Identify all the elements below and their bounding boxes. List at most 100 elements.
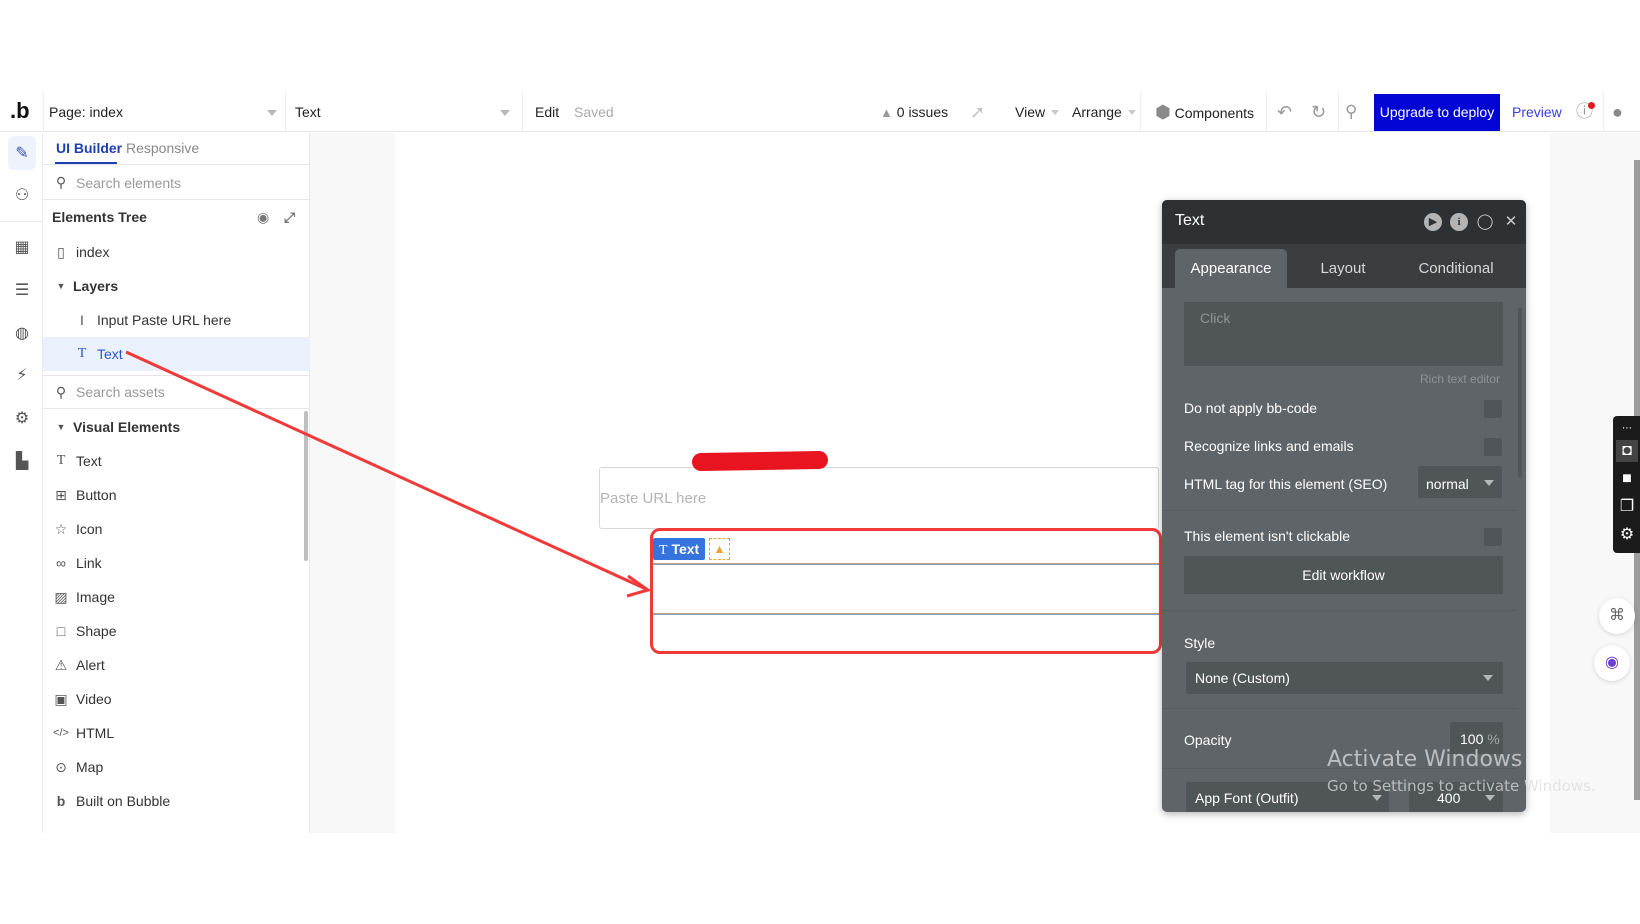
- chevron-down-icon: [1051, 110, 1059, 115]
- chevron-down-icon: [267, 110, 277, 116]
- video-camera-icon[interactable]: ■: [1616, 468, 1638, 490]
- code-icon: </>: [53, 727, 69, 739]
- bb-code-checkbox[interactable]: [1484, 400, 1502, 418]
- html-tag-select[interactable]: normal: [1418, 466, 1502, 498]
- tree-item-input[interactable]: I Input Paste URL here: [43, 303, 310, 337]
- tab-ui-builder[interactable]: UI Builder: [56, 140, 122, 156]
- upgrade-to-deploy-button[interactable]: Upgrade to deploy: [1374, 94, 1500, 131]
- divider: [1266, 92, 1267, 132]
- pointer-icon[interactable]: ➚: [970, 92, 985, 132]
- components-button[interactable]: ⬢ Components: [1155, 92, 1254, 132]
- asset-alert[interactable]: ⚠ Alert: [43, 648, 310, 682]
- map-pin-icon: ⊙: [55, 758, 67, 775]
- asset-label: HTML: [76, 725, 115, 741]
- expand-icon[interactable]: ⤢: [284, 209, 295, 226]
- tree-item-layers[interactable]: ▼ Layers: [43, 269, 310, 303]
- plugin-icon[interactable]: ⚡: [8, 360, 36, 390]
- chevron-down-icon: [1485, 795, 1495, 801]
- tab-layout[interactable]: Layout: [1287, 249, 1399, 288]
- comment-icon[interactable]: ◯: [1476, 213, 1494, 231]
- search-assets[interactable]: ⚲ Search assets: [43, 375, 310, 409]
- visual-elements-title: Visual Elements: [73, 419, 181, 435]
- star-icon: ☆: [54, 520, 68, 537]
- bubble-logo[interactable]: .b: [10, 98, 30, 124]
- recognize-links-checkbox[interactable]: [1484, 438, 1502, 456]
- undo-icon[interactable]: ↶: [1277, 92, 1292, 132]
- help-icon[interactable]: ⓘ: [1576, 92, 1595, 132]
- arrange-menu[interactable]: Arrange: [1072, 92, 1136, 132]
- camera-icon[interactable]: ◘: [1616, 440, 1638, 462]
- info-icon[interactable]: i: [1450, 213, 1468, 231]
- notification-dot: [1588, 102, 1595, 109]
- account-icon[interactable]: ●: [1612, 92, 1623, 132]
- asset-text[interactable]: T Text: [43, 444, 310, 478]
- gear-icon[interactable]: ⚙: [1616, 524, 1638, 546]
- pencil-icon[interactable]: ✎: [8, 136, 36, 170]
- redaction-mark: [691, 450, 829, 472]
- search-icon[interactable]: ⚲: [1345, 92, 1357, 132]
- elements-tree-title: Elements Tree: [52, 209, 147, 225]
- tree-item-text[interactable]: T Text: [43, 337, 310, 371]
- style-select[interactable]: None (Custom): [1186, 662, 1503, 694]
- divider: [1140, 92, 1141, 132]
- redo-icon[interactable]: ↻: [1311, 92, 1326, 132]
- workflow-icon[interactable]: ⚇: [8, 180, 36, 210]
- asset-link[interactable]: ∞ Link: [43, 546, 310, 580]
- palette-icon[interactable]: ◍: [8, 318, 36, 348]
- url-input[interactable]: Paste URL here: [599, 467, 1159, 529]
- divider: [1162, 610, 1517, 611]
- divider: [0, 221, 43, 222]
- view-menu[interactable]: View: [1015, 92, 1059, 132]
- search-elements[interactable]: ⚲ Search elements: [43, 166, 310, 200]
- asset-video[interactable]: ▣ Video: [43, 682, 310, 716]
- more-icon[interactable]: ⋯: [1616, 418, 1638, 440]
- search-assets-input[interactable]: Search assets: [76, 384, 165, 400]
- edit-menu[interactable]: Edit: [535, 92, 559, 132]
- close-icon[interactable]: ✕: [1502, 213, 1520, 231]
- content-editor[interactable]: Click: [1184, 302, 1503, 366]
- issues-button[interactable]: ▲ 0 issues: [880, 92, 948, 132]
- visual-elements-header[interactable]: ▼ Visual Elements: [43, 410, 310, 444]
- database-icon[interactable]: ☰: [8, 275, 36, 305]
- tab-conditional[interactable]: Conditional: [1399, 249, 1513, 288]
- search-elements-input[interactable]: Search elements: [76, 175, 181, 191]
- asset-map[interactable]: ⊙ Map: [43, 750, 310, 784]
- tab-responsive[interactable]: Responsive: [126, 140, 199, 156]
- asset-label: Alert: [76, 657, 105, 673]
- page-select[interactable]: Page: index: [49, 92, 285, 132]
- font-value: App Font (Outfit): [1195, 790, 1299, 806]
- asset-image[interactable]: ▨ Image: [43, 580, 310, 614]
- square-icon: □: [56, 623, 66, 639]
- reusables-icon[interactable]: ▦: [8, 232, 36, 262]
- apps-icon[interactable]: ⌘: [1599, 598, 1635, 634]
- asset-shape[interactable]: □ Shape: [43, 614, 310, 648]
- asset-html[interactable]: </> HTML: [43, 716, 310, 750]
- text-icon: T: [56, 453, 66, 468]
- asset-icon[interactable]: ☆ Icon: [43, 512, 310, 546]
- arrange-label: Arrange: [1072, 104, 1122, 120]
- asset-label: Icon: [76, 521, 103, 537]
- analytics-icon[interactable]: ▙: [8, 446, 36, 476]
- asset-built-on-bubble[interactable]: b Built on Bubble: [43, 784, 310, 818]
- top-bar: .b Page: index Text Edit Saved ▲ 0 issue…: [0, 92, 1640, 132]
- left-rail: ✎ ⚇ ▦ ☰ ◍ ⚡ ⚙ ▙: [0, 133, 43, 833]
- rich-text-editor-link[interactable]: Rich text editor: [1420, 372, 1500, 386]
- tab-appearance[interactable]: Appearance: [1175, 249, 1287, 288]
- tree-item-index[interactable]: ▯ index: [43, 235, 310, 269]
- element-select[interactable]: Text: [295, 92, 515, 132]
- edit-workflow-button[interactable]: Edit workflow: [1184, 556, 1503, 594]
- assistant-icon[interactable]: ◉: [1594, 645, 1630, 681]
- asset-button[interactable]: ⊞ Button: [43, 478, 310, 512]
- eye-icon[interactable]: ◉: [257, 209, 269, 226]
- asset-label: Image: [76, 589, 115, 605]
- windows-icon[interactable]: ❐: [1616, 496, 1638, 518]
- not-clickable-checkbox[interactable]: [1484, 528, 1502, 546]
- chevron-down-icon: [1372, 795, 1382, 801]
- settings-icon[interactable]: ⚙: [8, 403, 36, 433]
- editor-scrollbar[interactable]: [1518, 308, 1522, 478]
- play-icon[interactable]: ▶: [1424, 213, 1442, 231]
- preview-link[interactable]: Preview: [1512, 92, 1562, 132]
- panel-scrollbar[interactable]: [304, 411, 308, 561]
- not-clickable-label: This element isn't clickable: [1184, 528, 1351, 544]
- tree-item-label: Input Paste URL here: [97, 312, 232, 328]
